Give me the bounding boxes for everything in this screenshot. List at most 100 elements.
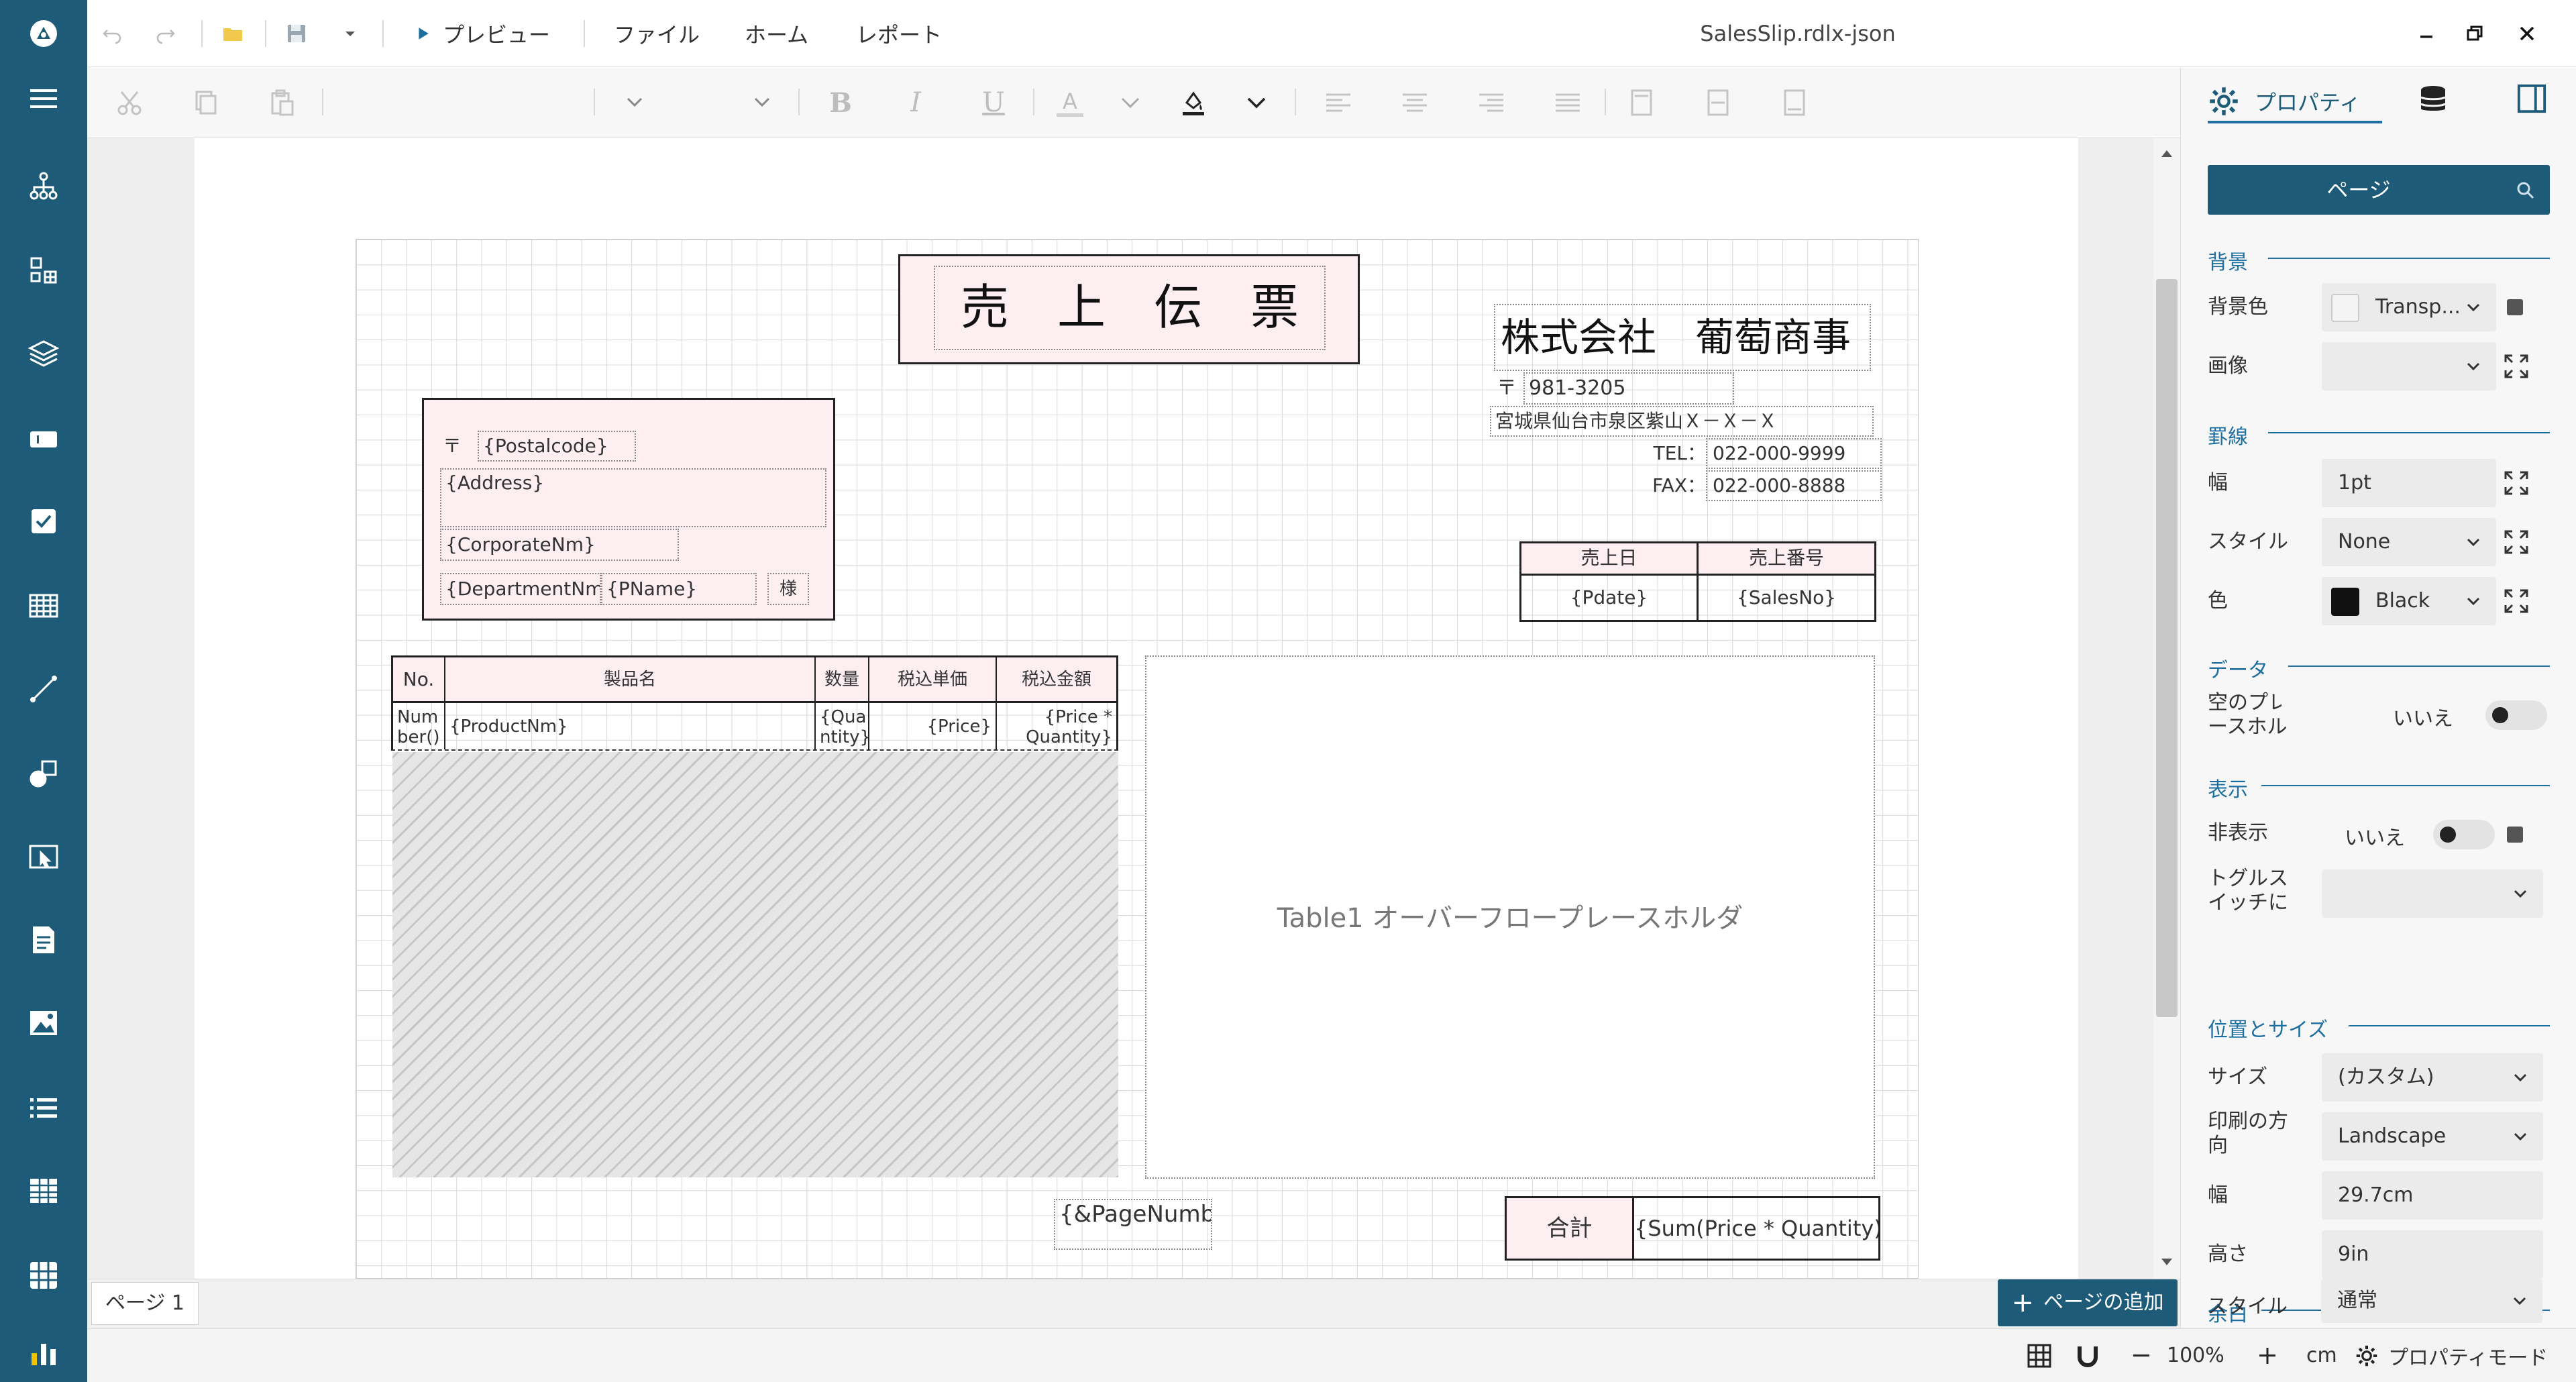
textbox-tool-icon[interactable] (0, 403, 87, 476)
section-background[interactable]: 背景 (2208, 246, 2248, 275)
customer-block[interactable]: 〒 {Postalcode} {Address} {CorporateNm} {… (422, 398, 835, 621)
expand-icon[interactable] (2503, 353, 2530, 380)
undo-icon[interactable] (101, 0, 123, 67)
chart-tool-icon[interactable] (0, 1322, 87, 1382)
title-frame[interactable]: 売 上 伝 票 (898, 254, 1360, 364)
save-dropdown-icon[interactable] (339, 0, 362, 67)
page-number-field[interactable]: {&PageNumbe (1054, 1199, 1212, 1250)
page-body-grid[interactable]: 売 上 伝 票 株式会社 葡萄商事 〒 981-3205 宮城県仙台市泉区紫山Ｘ… (356, 239, 1919, 1279)
section-border[interactable]: 罫線 (2208, 420, 2248, 449)
margin-style-select[interactable]: 通常 (2321, 1279, 2542, 1323)
paste-icon[interactable] (258, 79, 305, 126)
canvas-vertical-scrollbar[interactable] (2153, 138, 2180, 1279)
bg-color-select[interactable]: Transp... (2322, 283, 2496, 331)
size-select[interactable]: (カスタム) (2322, 1053, 2543, 1102)
zoom-out-icon[interactable] (2129, 1342, 2153, 1369)
col-header-price[interactable]: 税込単価 (869, 657, 997, 703)
menu-home[interactable]: ホーム (745, 0, 808, 67)
bg-color-expression-icon[interactable] (2507, 299, 2523, 315)
align-center-icon[interactable] (1391, 79, 1438, 126)
sales-no-value[interactable]: {SalesNo} (1699, 576, 1874, 620)
valign-top-icon[interactable] (1618, 79, 1665, 126)
table-tool-icon[interactable] (0, 569, 87, 643)
selected-item-search[interactable]: ページ (2208, 165, 2550, 215)
font-color-dropdown-icon[interactable] (1107, 79, 1154, 126)
cell-price[interactable]: {Price} (869, 703, 997, 749)
layers-icon[interactable] (0, 317, 87, 390)
banded-list-tool-icon[interactable] (0, 1238, 87, 1312)
report-page[interactable]: 売 上 伝 票 株式会社 葡萄商事 〒 981-3205 宮城県仙台市泉区紫山Ｘ… (195, 138, 2078, 1279)
valign-middle-icon[interactable] (1695, 79, 1741, 126)
tel-label[interactable]: TEL： (1639, 438, 1706, 469)
panel-toggle-icon[interactable] (2516, 83, 2557, 123)
customer-department[interactable]: {DepartmentNm} (440, 573, 601, 605)
unit-label[interactable]: cm (2306, 1329, 2337, 1382)
empty-placeholder-toggle[interactable] (2485, 700, 2547, 730)
underline-button[interactable]: U (970, 79, 1017, 126)
sales-info-table[interactable]: 売上日 売上番号 {Pdate} {SalesNo} (1519, 541, 1876, 622)
richtext-tool-icon[interactable] (0, 903, 87, 977)
table-overflow-placeholder[interactable]: Table1 オーバーフロープレースホルダ (1145, 655, 1875, 1179)
scrollbar-thumb[interactable] (2156, 279, 2178, 1017)
shape-tool-icon[interactable] (0, 737, 87, 810)
total-value[interactable]: {Sum(Price * Quantity)} (1634, 1198, 1878, 1259)
expand-icon[interactable] (2503, 470, 2530, 496)
company-name[interactable]: 株式会社 葡萄商事 (1494, 304, 1871, 371)
sales-no-header[interactable]: 売上番号 (1699, 543, 1874, 576)
redo-icon[interactable] (154, 0, 177, 67)
restore-icon[interactable] (2463, 0, 2486, 67)
grid-toggle-icon[interactable] (2026, 1342, 2053, 1369)
expand-icon[interactable] (2503, 588, 2530, 615)
valign-bottom-icon[interactable] (1771, 79, 1818, 126)
input-field-tool-icon[interactable] (0, 820, 87, 894)
page-tab-1[interactable]: ページ 1 (91, 1282, 199, 1325)
minimize-icon[interactable] (2415, 0, 2438, 67)
orientation-select[interactable]: Landscape (2322, 1112, 2543, 1161)
page-width-input[interactable]: 29.7cm (2322, 1171, 2543, 1220)
sales-date-header[interactable]: 売上日 (1521, 543, 1699, 576)
border-style-select[interactable]: None (2322, 518, 2496, 566)
bold-button[interactable]: B (817, 79, 864, 126)
tel-value[interactable]: 022-000-9999 (1706, 438, 1882, 469)
section-position-size[interactable]: 位置とサイズ (2208, 1013, 2328, 1043)
scroll-down-icon[interactable] (2160, 1257, 2174, 1268)
expand-icon[interactable] (2503, 529, 2530, 555)
menu-file[interactable]: ファイル (614, 0, 700, 67)
customer-person-name[interactable]: {PName} (601, 573, 757, 605)
fax-value[interactable]: 022-000-8888 (1706, 470, 1882, 501)
section-data[interactable]: データ (2208, 653, 2268, 683)
customer-honorific[interactable]: 様 (767, 573, 809, 605)
report-explorer-icon[interactable] (0, 149, 87, 223)
fill-color-icon[interactable] (1170, 79, 1217, 126)
data-source-icon[interactable] (2417, 83, 2457, 123)
cell-product[interactable]: {ProductNm} (445, 703, 816, 749)
detail-table[interactable]: No. 製品名 数量 税込単価 税込金額 Num ber() {ProductNm… (391, 655, 1118, 751)
col-header-amount[interactable]: 税込金額 (997, 657, 1116, 703)
align-left-icon[interactable] (1315, 79, 1362, 126)
sales-date-value[interactable]: {Pdate} (1521, 576, 1699, 620)
cell-no[interactable]: Num ber() (393, 703, 445, 749)
border-width-input[interactable]: 1pt (2322, 459, 2496, 507)
fill-color-dropdown-icon[interactable] (1233, 79, 1280, 126)
add-page-button[interactable]: + ページの追加 (1998, 1279, 2178, 1326)
font-size-dropdown[interactable] (610, 82, 785, 123)
company-postal-code[interactable]: 981-3205 (1523, 372, 1734, 405)
menu-icon[interactable] (0, 62, 87, 136)
save-icon[interactable] (285, 0, 308, 67)
customer-postal-code[interactable]: {Postalcode} (478, 431, 636, 462)
preview-button[interactable]: プレビュー (416, 0, 550, 67)
image-select[interactable] (2322, 342, 2496, 390)
cell-amount[interactable]: {Price * Quantity} (997, 703, 1116, 749)
align-right-icon[interactable] (1468, 79, 1515, 126)
design-canvas[interactable]: 売 上 伝 票 株式会社 葡萄商事 〒 981-3205 宮城県仙台市泉区紫山Ｘ… (87, 138, 2153, 1279)
company-address[interactable]: 宮城県仙台市泉区紫山Ｘ－Ｘ－Ｘ (1490, 406, 1874, 437)
zoom-in-icon[interactable] (2255, 1342, 2279, 1369)
page-height-input[interactable]: 9in (2322, 1230, 2543, 1279)
border-color-select[interactable]: Black (2322, 577, 2496, 625)
line-tool-icon[interactable] (0, 652, 87, 726)
open-folder-icon[interactable] (221, 0, 244, 67)
scroll-up-icon[interactable] (2160, 148, 2174, 158)
total-label[interactable]: 合計 (1507, 1198, 1634, 1259)
cut-icon[interactable] (106, 79, 153, 126)
group-editor-icon[interactable] (0, 233, 87, 307)
